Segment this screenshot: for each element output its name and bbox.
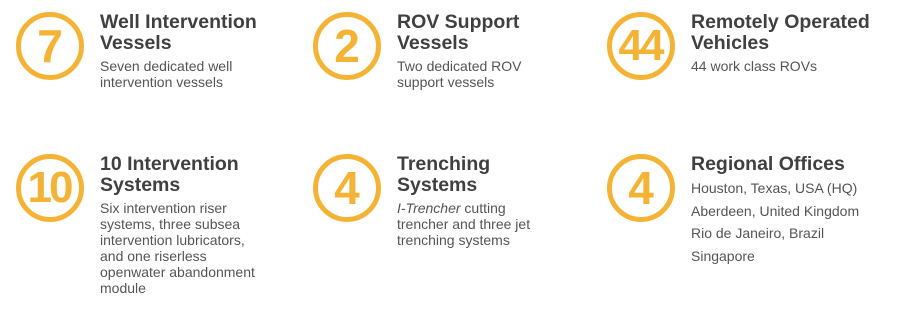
stat-description-line: openwater abandonment bbox=[100, 264, 255, 280]
office-location: Houston, Texas, USA (HQ) bbox=[691, 180, 858, 196]
stat-description-line: Six intervention riser bbox=[100, 200, 227, 216]
stat-number-circle: 2 bbox=[313, 12, 381, 80]
stat-description: I-Trencher cutting trencher and three je… bbox=[397, 200, 530, 248]
stat-description-line: intervention vessels bbox=[100, 74, 223, 90]
stat-text: Regional Offices Houston, Texas, USA (HQ… bbox=[691, 154, 859, 267]
stat-number-circle: 4 bbox=[607, 154, 675, 222]
stat-description-line: and one riserless bbox=[100, 248, 207, 264]
stat-description-line: systems, three subsea bbox=[100, 216, 241, 232]
stat-title-line: 10 Intervention bbox=[100, 153, 239, 175]
stat-text: ROV Support Vessels Two dedicated ROV su… bbox=[397, 12, 522, 91]
stat-description: Seven dedicated well intervention vessel… bbox=[100, 58, 257, 90]
stat-title-line: Systems bbox=[100, 174, 181, 196]
stat-title: Remotely Operated Vehicles bbox=[691, 12, 870, 54]
stat-number-circle: 10 bbox=[16, 154, 84, 222]
stat-description: Six intervention riser systems, three su… bbox=[100, 200, 255, 296]
office-location: Aberdeen, United Kingdom bbox=[691, 202, 860, 219]
stat-description-line: 44 work class ROVs bbox=[691, 58, 818, 74]
stat-text: Well Intervention Vessels Seven dedicate… bbox=[100, 12, 257, 91]
stat-title: ROV Support Vessels bbox=[397, 12, 522, 54]
stat-description-line: I-Trencher cutting bbox=[397, 200, 530, 216]
office-location: Singapore bbox=[691, 247, 755, 264]
stat-description: Houston, Texas, USA (HQ) Aberdeen, Unite… bbox=[691, 177, 859, 267]
stat-title-line: Systems bbox=[397, 174, 478, 196]
stat-title-line: Regional Offices bbox=[691, 153, 845, 175]
stat-title: Well Intervention Vessels bbox=[100, 12, 257, 54]
stat-title-line: Vessels bbox=[100, 32, 172, 54]
stat-title-line: Trenching bbox=[397, 153, 491, 175]
stat-description-line: module bbox=[100, 280, 146, 296]
stat-title-line: Well Intervention bbox=[100, 11, 257, 33]
stat-title: Trenching Systems bbox=[397, 154, 530, 196]
stat-title-line: Vehicles bbox=[691, 32, 770, 54]
stat-description: Two dedicated ROV support vessels bbox=[397, 58, 522, 90]
stat-title-line: ROV Support bbox=[397, 11, 520, 33]
office-location: Rio de Janeiro, Brazil bbox=[691, 225, 825, 241]
stat-description-line: Two dedicated ROV bbox=[397, 58, 522, 74]
stat-description-line: Seven dedicated well bbox=[100, 58, 233, 74]
stat-number-circle: 4 bbox=[313, 154, 381, 222]
stat-description-text: cutting bbox=[460, 200, 506, 216]
stat-number-circle: 44 bbox=[607, 12, 675, 80]
stat-text: 10 Intervention Systems Six intervention… bbox=[100, 154, 255, 297]
stat-number-circle: 7 bbox=[16, 12, 84, 80]
stat-description-line: support vessels bbox=[397, 74, 495, 90]
stat-text: Trenching Systems I-Trencher cutting tre… bbox=[397, 154, 530, 249]
stat-title-line: Remotely Operated bbox=[691, 11, 870, 33]
stat-description-line: trenching systems bbox=[397, 232, 510, 248]
stat-text: Remotely Operated Vehicles 44 work class… bbox=[691, 12, 870, 75]
stat-title: 10 Intervention Systems bbox=[100, 154, 255, 196]
stat-title: Regional Offices bbox=[691, 154, 859, 175]
stat-description: 44 work class ROVs bbox=[691, 58, 870, 74]
stat-title-line: Vessels bbox=[397, 32, 469, 54]
stat-description-line: trencher and three jet bbox=[397, 216, 531, 232]
stat-description-line: intervention lubricators, bbox=[100, 232, 245, 248]
product-name: I-Trencher bbox=[397, 200, 461, 216]
